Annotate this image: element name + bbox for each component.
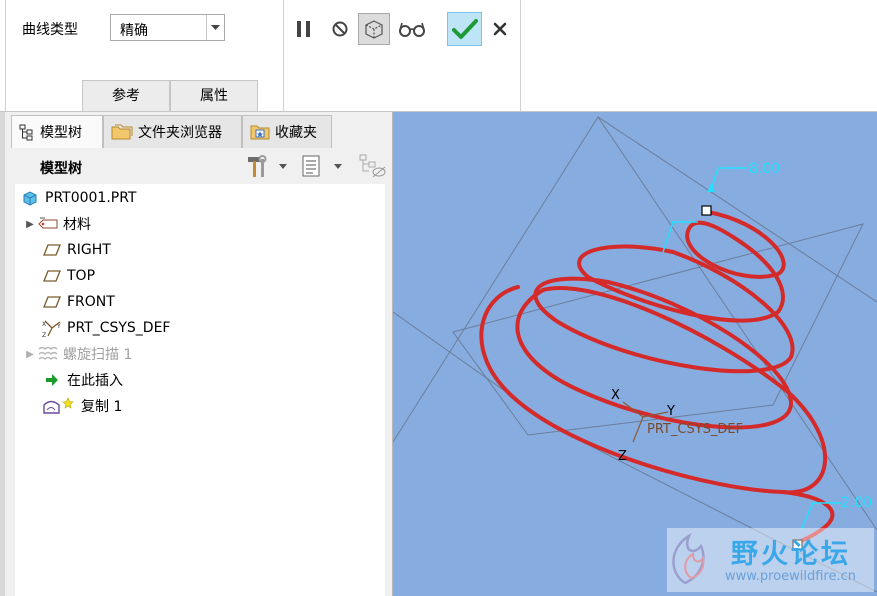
svg-text:X: X <box>42 321 46 328</box>
tree-item-label: FRONT <box>67 294 115 310</box>
dashboard-ribbon: 曲线类型 精确 参考 属性 <box>0 0 877 112</box>
tree-item-material[interactable]: ▶ 材料 <box>23 212 91 236</box>
svg-text:Z: Z <box>42 332 46 338</box>
datum-plane-edge <box>597 116 877 531</box>
show-settings-button[interactable] <box>300 154 346 182</box>
no-preview-button[interactable] <box>324 13 356 45</box>
csys-label: PRT_CSYS_DEF <box>647 422 743 437</box>
dimension-arrow-icon <box>707 184 715 192</box>
curve-type-label: 曲线类型 <box>22 22 78 38</box>
ribbon-separator <box>283 0 284 111</box>
tab-label: 文件夹浏览器 <box>138 125 222 141</box>
datum-plane-icon <box>41 241 63 259</box>
glasses-icon <box>399 22 425 37</box>
watermark: 野火论坛 www.proewildfire.cn <box>667 528 874 592</box>
tree-item-front[interactable]: FRONT <box>41 290 115 314</box>
tree-item-label: PRT0001.PRT <box>45 190 137 206</box>
cancel-button[interactable] <box>484 13 516 45</box>
watermark-url: www.proewildfire.cn <box>725 569 856 584</box>
pause-button[interactable] <box>288 13 320 45</box>
svg-text:Y: Y <box>56 323 61 330</box>
tab-model-tree[interactable]: 模型树 <box>11 115 103 148</box>
hidden-items-button[interactable] <box>357 153 387 183</box>
material-tag-icon <box>37 215 59 233</box>
tree-item-label: 在此插入 <box>67 373 123 389</box>
tree-item-root[interactable]: PRT0001.PRT <box>19 186 137 210</box>
tree-item-insert-here[interactable]: 在此插入 <box>41 368 123 392</box>
helix-coil-5 <box>479 285 827 495</box>
tree-item-label: 材料 <box>63 217 91 233</box>
axis-x-label: X <box>611 388 620 403</box>
datum-plane-icon <box>41 267 63 285</box>
verify-button[interactable] <box>395 13 429 45</box>
curve-type-value: 精确 <box>120 23 148 39</box>
checkmark-icon <box>451 19 478 39</box>
dimension-bottom[interactable]: 2.00 <box>841 495 872 511</box>
list-settings-icon <box>302 155 342 177</box>
model-tree: PRT0001.PRT ▶ 材料 RIGHT TOP FRONT X Y Z PRT… <box>15 184 385 596</box>
tree-item-label: RIGHT <box>67 242 111 258</box>
chevron-down-icon[interactable] <box>206 15 224 40</box>
ribbon-separator <box>520 0 521 111</box>
confirm-button[interactable] <box>447 12 482 46</box>
datum-plane-front <box>393 116 877 443</box>
tools-button[interactable] <box>245 154 287 182</box>
tree-item-right[interactable]: RIGHT <box>41 238 111 262</box>
drag-handle-top[interactable] <box>701 205 712 216</box>
tree-item-csys[interactable]: X Y Z PRT_CSYS_DEF <box>41 316 170 340</box>
tab-properties[interactable]: 属性 <box>170 80 258 111</box>
helix-curve <box>479 210 835 546</box>
datum-plane-icon <box>41 293 63 311</box>
copy-feature-icon <box>41 397 77 415</box>
folder-icon <box>111 124 133 140</box>
insert-arrow-icon <box>41 371 63 389</box>
tree-item-label: PRT_CSYS_DEF <box>67 320 171 336</box>
csys-axis-z <box>632 416 644 443</box>
axis-y-label: Y <box>666 404 675 419</box>
curve-type-select[interactable]: 精确 <box>110 14 225 41</box>
coordinate-system-icon: X Y Z <box>41 319 63 338</box>
tree-item-copy[interactable]: 复制 1 <box>41 394 122 418</box>
tree-item-label: TOP <box>67 268 96 284</box>
tab-folder-browser[interactable]: 文件夹浏览器 <box>103 115 242 148</box>
geometry-preview-icon <box>365 20 383 39</box>
favorites-folder-icon <box>250 125 270 140</box>
viewport-canvas: 8.00 2.00 X Y Z PRT_CSYS_DEF <box>393 116 877 593</box>
expand-icon[interactable]: ▶ <box>23 349 37 360</box>
close-icon <box>493 22 507 36</box>
pause-icon <box>297 21 310 37</box>
tree-item-label: 复制 1 <box>81 399 123 415</box>
helical-sweep-icon <box>37 345 59 363</box>
hammer-wrench-icon <box>248 155 287 177</box>
tab-favorites[interactable]: 收藏夹 <box>242 115 332 148</box>
tree-item-helical-sweep[interactable]: ▶ 螺旋扫描 1 <box>23 342 132 366</box>
tree-item-top[interactable]: TOP <box>41 264 95 288</box>
model-tree-title: 模型树 <box>40 161 82 177</box>
dimension-top[interactable]: 8.00 <box>749 161 780 177</box>
dimension-leader-top <box>710 167 748 191</box>
no-preview-icon <box>332 21 348 37</box>
expand-icon[interactable]: ▶ <box>23 219 37 230</box>
dimension-leader-bottom <box>800 502 841 531</box>
tree-item-label: 螺旋扫描 1 <box>63 347 133 363</box>
geometry-preview-button[interactable] <box>358 13 390 45</box>
hide-tree-icon <box>359 154 386 178</box>
tab-references[interactable]: 参考 <box>82 80 170 111</box>
tab-label: 模型树 <box>40 125 82 141</box>
part-icon <box>19 189 41 207</box>
tab-label: 收藏夹 <box>275 125 317 141</box>
model-tree-header: 模型树 <box>5 148 392 182</box>
graphics-viewport[interactable]: 8.00 2.00 X Y Z PRT_CSYS_DEF <box>393 112 877 596</box>
ribbon-left-edge <box>5 0 6 111</box>
watermark-title: 野火论坛 <box>731 539 851 570</box>
axis-z-label: Z <box>618 449 627 464</box>
model-tree-icon <box>19 124 33 141</box>
